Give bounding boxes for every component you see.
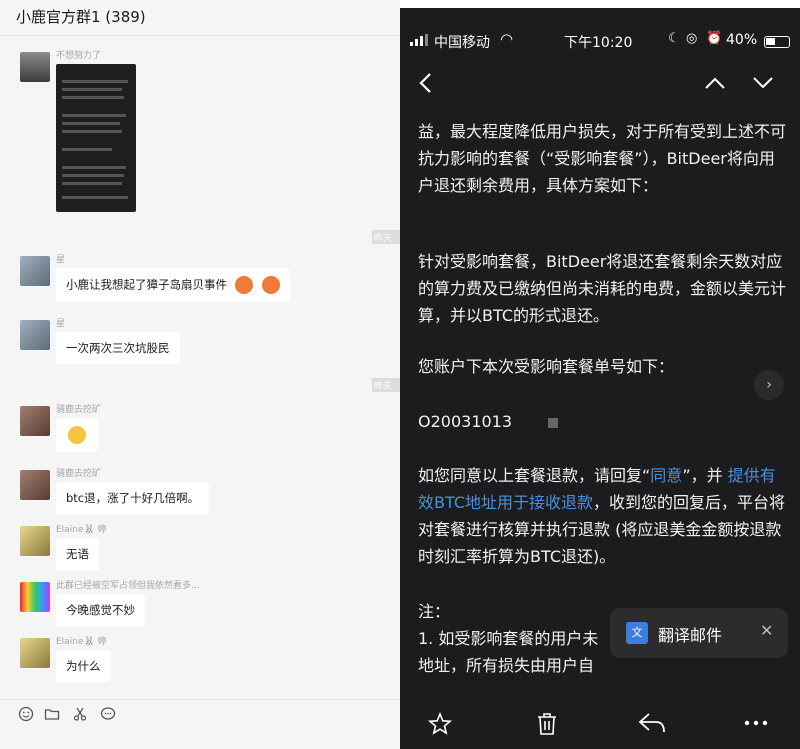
timestamp: 昨天 [372, 230, 402, 244]
battery-percent: 40% [726, 32, 758, 48]
message-bubble[interactable] [56, 418, 98, 452]
signal-icon [410, 34, 428, 46]
scissors-icon[interactable] [72, 706, 88, 722]
sender-name: Elaine🐰 婷 [56, 637, 107, 647]
lock-rotation-icon: ◎ [686, 31, 698, 46]
message-bubble[interactable]: 今晚感觉不妙 [56, 594, 145, 626]
phone-screen: 中国移动 ◠ 下午10:20 ☾ ◎ ⏰ 40% 益，最大程度降低用户损失，对于… [400, 8, 800, 749]
back-chevron-icon[interactable] [418, 72, 434, 94]
screen: 小鹿官方群1 (389) 不想努力了 昨天 星 小鹿让我想起了獐子岛扇贝事件 星… [0, 0, 800, 749]
image-thumbnail[interactable] [56, 64, 136, 212]
message-bubble[interactable]: 一次两次三次坑股民 [56, 332, 180, 364]
avatar[interactable] [20, 320, 50, 350]
mail-action-bar [400, 700, 800, 749]
agree-text: ”，并 [682, 466, 728, 485]
sender-name: 星 [56, 255, 66, 265]
order-number: O20031013 [418, 412, 513, 431]
avatar[interactable] [20, 638, 50, 668]
message-bubble[interactable]: 无语 [56, 538, 99, 570]
message-text: 一次两次三次坑股民 [66, 341, 170, 355]
message-bubble[interactable]: btc退，涨了十好几倍啊。 [56, 482, 210, 514]
message-text: 为什么 [66, 659, 101, 673]
chat-bubble-icon[interactable] [100, 706, 116, 722]
agree-text: 如您同意以上套餐退款，请回复“ [418, 466, 651, 485]
next-mail-icon[interactable] [752, 76, 774, 90]
chat-title: 小鹿官方群1 (389) [0, 0, 400, 36]
angry-emoji-icon [234, 276, 253, 294]
wifi-icon: ◠ [500, 30, 514, 48]
sender-name: 此群已经被空军占领但我依然看多... [56, 581, 200, 591]
pleading-face-icon [68, 426, 86, 444]
message-bubble[interactable]: 小鹿让我想起了獐子岛扇贝事件 [56, 268, 291, 302]
message-text: btc退，涨了十好几倍啊。 [66, 491, 200, 505]
message-bubble[interactable]: 为什么 [56, 650, 111, 682]
agree-paragraph: 如您同意以上套餐退款，请回复“同意”，并 提供有效BTC地址用于接收退款，收到您… [418, 462, 788, 570]
avatar[interactable] [20, 526, 50, 556]
cursor-icon [548, 418, 558, 428]
message-text: 小鹿让我想起了獐子岛扇贝事件 [66, 277, 227, 292]
star-icon[interactable] [428, 712, 452, 736]
more-icon[interactable] [744, 720, 768, 726]
status-bar: 中国移动 ◠ 下午10:20 ☾ ◎ ⏰ 40% [400, 28, 800, 56]
translate-label: 翻译邮件 [658, 626, 723, 645]
trash-icon[interactable] [536, 712, 558, 736]
chat-panel: 小鹿官方群1 (389) 不想努力了 昨天 星 小鹿让我想起了獐子岛扇贝事件 星… [0, 0, 402, 749]
avatar[interactable] [20, 582, 50, 612]
folder-icon[interactable] [44, 706, 60, 722]
message-text: 无语 [66, 547, 89, 561]
carrier: 中国移动 [434, 35, 490, 51]
angry-emoji-icon [262, 276, 281, 294]
sender-name: 骑鹿去挖矿 [56, 469, 102, 479]
translate-icon: 文 [626, 622, 648, 644]
paragraph: 益，最大程度降低用户损失，对于所有受到上述不可抗力影响的套餐（“受影响套餐”），… [418, 122, 787, 195]
chat-toolbar [0, 699, 400, 749]
emoji-icon[interactable] [18, 706, 34, 722]
previous-mail-icon[interactable] [704, 76, 726, 90]
close-icon[interactable]: ✕ [760, 621, 773, 640]
sender-name: 骑鹿去挖矿 [56, 405, 102, 415]
mail-nav-bar [400, 64, 800, 104]
avatar[interactable] [20, 470, 50, 500]
battery-icon [764, 36, 790, 48]
reply-icon[interactable] [638, 712, 666, 734]
avatar[interactable] [20, 52, 50, 82]
scroll-chevron-icon[interactable]: › [754, 370, 784, 400]
avatar[interactable] [20, 406, 50, 436]
avatar[interactable] [20, 256, 50, 286]
paragraph: 您账户下本次受影响套餐单号如下： [418, 357, 675, 376]
moon-icon: ☾ [668, 31, 680, 46]
paragraph: 针对受影响套餐，BitDeer将退还套餐剩余天数对应的算力费及已缴纳但尚未消耗的… [418, 252, 787, 325]
alarm-icon: ⏰ [706, 31, 723, 46]
message-text: 今晚感觉不妙 [66, 603, 135, 617]
sender-name: 星 [56, 319, 66, 329]
sender-name: 不想努力了 [56, 51, 102, 61]
sender-name: Elaine🐰 婷 [56, 525, 107, 535]
clock: 下午10:20 [564, 35, 633, 51]
timestamp: 昨天 [372, 378, 402, 392]
agree-link[interactable]: 同意 [650, 466, 682, 485]
translate-mail-popup[interactable]: 文 翻译邮件 ✕ [610, 608, 788, 658]
